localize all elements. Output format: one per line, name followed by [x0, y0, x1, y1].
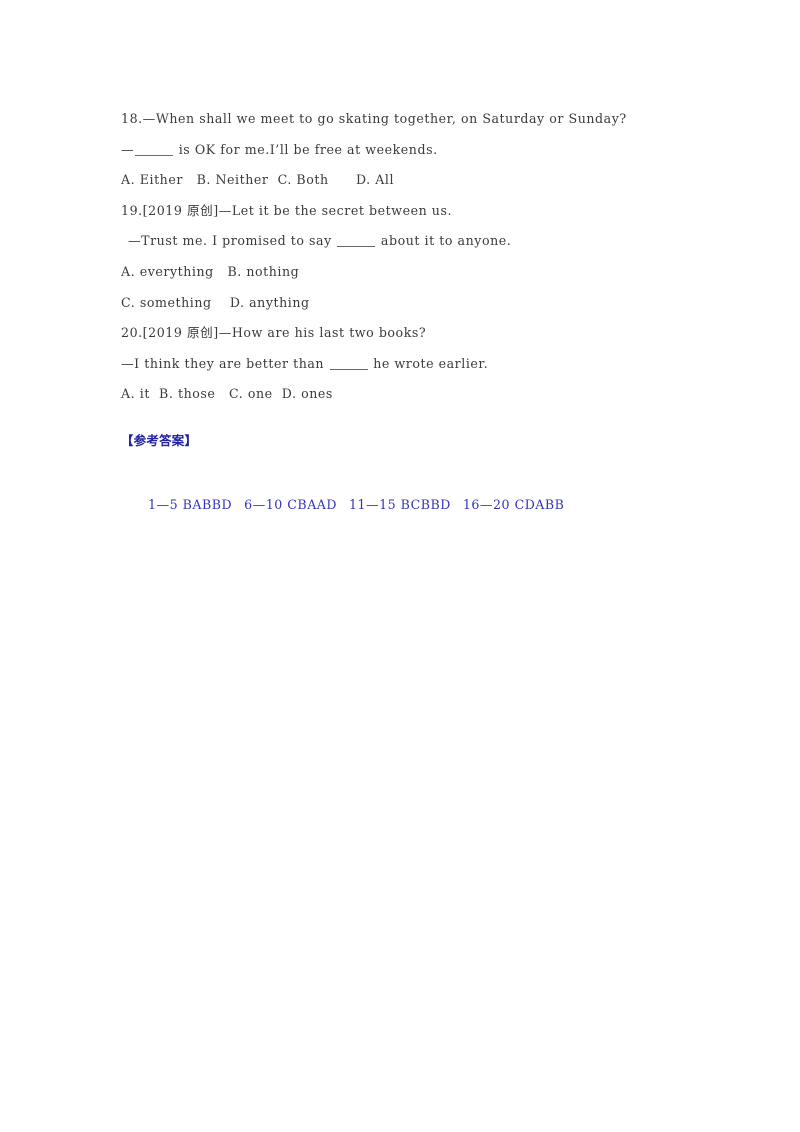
question-19-options-row-1: A. everything B. nothing [121, 263, 300, 279]
question-18-blank [135, 154, 174, 156]
answer-group-2-answers: CBAAD [287, 496, 337, 512]
answer-group-2-range: 6—10 [244, 496, 283, 512]
answer-group-1: 1—5 BABBD [148, 497, 232, 512]
answer-group-3-answers: BCBBD [400, 496, 451, 512]
question-18-dash: — [121, 141, 135, 157]
answer-group-2: 6—10 CBAAD [244, 497, 337, 512]
question-20-stem-line-1: 20.[2019 原创]—How are his last two books? [121, 325, 427, 341]
answer-key-heading: 【参考答案】 [121, 432, 198, 448]
question-20-stem-line-2: —I think they are better than he wrote e… [121, 349, 681, 380]
answer-group-4-range: 16—20 [462, 496, 511, 512]
answer-group-1-answers: BABBD [182, 496, 233, 512]
answer-group-3-range: 11—15 [348, 496, 397, 512]
question-18-options: A. Either B. Neither C. Both D. All [121, 172, 395, 188]
document-page: 18.—When shall we meet to go skating tog… [0, 0, 800, 1132]
question-19-stem-line-2: —Trust me. I promised to say about it to… [121, 226, 681, 257]
question-18-stem-line-2: — is OK for me.I’ll be free at weekends. [121, 135, 681, 166]
worksheet-content: 18.—When shall we meet to go skating tog… [121, 104, 681, 550]
answer-group-4-answers: CDABB [514, 496, 565, 512]
question-20-stem-line-2-head: —I think they are better than [121, 355, 329, 371]
question-19-blank [337, 246, 376, 248]
answer-group-3: 11—15 BCBBD [349, 497, 451, 512]
question-19-stem-line-2-head: —Trust me. I promised to say [128, 233, 337, 249]
question-20-blank [329, 368, 368, 370]
answer-group-1-range: 1—5 [148, 496, 179, 512]
question-18-stem-line-1: 18.—When shall we meet to go skating tog… [121, 111, 627, 126]
question-20-options: A. it B. those C. one D. ones [121, 386, 333, 402]
question-19-options-row-2: C. something D. anything [121, 294, 310, 310]
question-block-18: 18.—When shall we meet to go skating tog… [121, 104, 681, 196]
question-20-stem-line-2-tail: he wrote earlier. [368, 355, 489, 371]
answer-key-row: 1—5 BABBD 6—10 CBAAD 11—15 BCBBD 16—20 CDAB… [121, 460, 681, 550]
question-block-20: 20.[2019 原创]—How are his last two books?… [121, 318, 681, 410]
question-19-stem-line-1: 19.[2019 原创]—Let it be the secret betwee… [121, 202, 453, 218]
answer-group-4: 16—20 CDABB [463, 497, 565, 512]
question-18-stem-line-2-tail: is OK for me.I’ll be free at weekends. [174, 141, 438, 157]
question-19-stem-line-2-tail: about it to anyone. [376, 233, 512, 249]
question-block-19: 19.[2019 原创]—Let it be the secret betwee… [121, 196, 681, 318]
